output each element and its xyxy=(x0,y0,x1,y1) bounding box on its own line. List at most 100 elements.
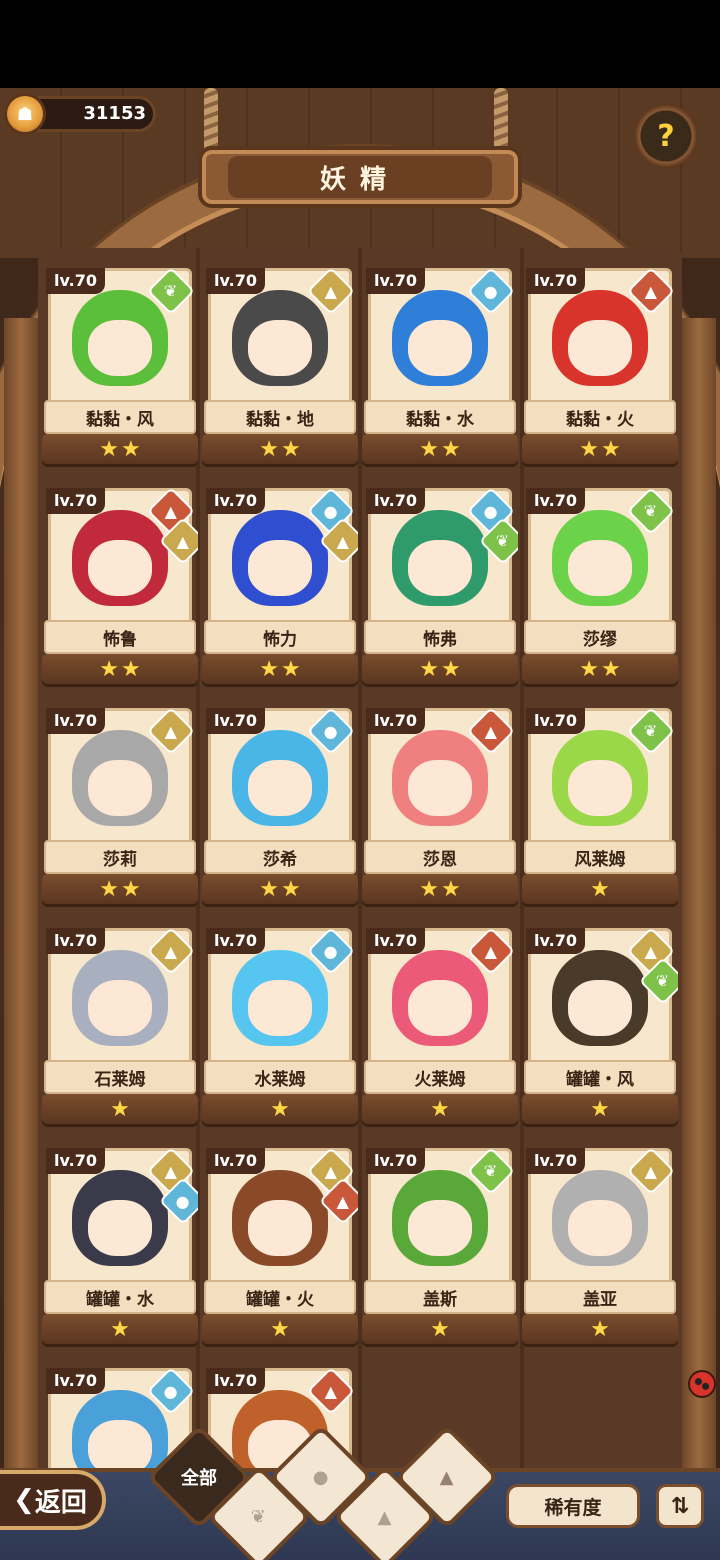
star-icon: ★ xyxy=(441,436,461,462)
grass-glyph: ❦ xyxy=(484,1161,498,1181)
fire-glyph: ▲ xyxy=(324,1381,338,1401)
level-badge: lv.70 xyxy=(206,928,265,954)
left-post xyxy=(4,318,38,1560)
star-icon: ★ xyxy=(110,1096,130,1122)
fairy-card[interactable]: lv.70 ▲ ▲ 怖鲁 ★ ★ xyxy=(42,488,198,688)
help-button[interactable]: ? xyxy=(634,104,698,168)
fairy-face xyxy=(568,980,632,1036)
earth-glyph: ▲ xyxy=(644,1161,658,1181)
level-badge: lv.70 xyxy=(46,1368,105,1394)
star-rating: ★ xyxy=(202,1316,358,1342)
back-button[interactable]: ❮ 返回 xyxy=(0,1470,106,1530)
star-icon: ★ xyxy=(601,656,621,682)
level-badge: lv.70 xyxy=(366,1148,425,1174)
fairy-face xyxy=(568,1200,632,1256)
fairy-face xyxy=(88,320,152,376)
star-icon: ★ xyxy=(281,656,301,682)
fairy-card[interactable]: lv.70 ▲ ● 罐罐・水 ★ xyxy=(42,1148,198,1348)
star-rating: ★ ★ xyxy=(42,876,198,902)
grass-glyph: ❦ xyxy=(496,531,510,551)
fairy-name: 罐罐・水 xyxy=(44,1280,196,1314)
star-icon: ★ xyxy=(419,876,439,902)
fairy-card[interactable]: lv.70 ❦ 莎缪 ★ ★ xyxy=(522,488,678,688)
fairy-name: 盖亚 xyxy=(524,1280,676,1314)
level-badge: lv.70 xyxy=(206,708,265,734)
rarity-sort-button[interactable]: 稀有度 xyxy=(506,1484,640,1528)
star-icon: ★ xyxy=(121,876,141,902)
fairy-card[interactable]: lv.70 ▲ 莎恩 ★ ★ xyxy=(362,708,518,908)
fairy-name: 黏黏・地 xyxy=(204,400,356,434)
fairy-name: 怖弗 xyxy=(364,620,516,654)
fairy-name: 火莱姆 xyxy=(364,1060,516,1094)
star-rating: ★ xyxy=(42,1096,198,1122)
fairy-card[interactable]: lv.70 ● ▲ 怖力 ★ ★ xyxy=(202,488,358,688)
water-filter-icon: ● xyxy=(313,1466,329,1488)
fairy-card[interactable]: lv.70 ▲ ▲ 罐罐・火 ★ xyxy=(202,1148,358,1348)
grass-filter-icon: ❦ xyxy=(251,1506,267,1528)
level-badge: lv.70 xyxy=(46,928,105,954)
fire-filter-icon: ▲ xyxy=(440,1466,454,1488)
level-badge: lv.70 xyxy=(46,488,105,514)
fairy-name: 罐罐・火 xyxy=(204,1280,356,1314)
star-rating: ★ xyxy=(522,1096,678,1122)
ladybug-icon xyxy=(688,1370,716,1398)
fairy-card[interactable]: lv.70 ❦ 盖斯 ★ xyxy=(362,1148,518,1348)
star-icon: ★ xyxy=(99,436,119,462)
page-title: 妖精 xyxy=(228,156,492,198)
level-badge: lv.70 xyxy=(526,488,585,514)
filter-all-label: 全部 xyxy=(181,1468,217,1489)
fairy-card[interactable]: lv.70 ❦ 风莱姆 ★ xyxy=(522,708,678,908)
coin-icon: ☗ xyxy=(4,93,46,135)
fairy-face xyxy=(88,1200,152,1256)
fairy-name: 怖鲁 xyxy=(44,620,196,654)
star-icon: ★ xyxy=(430,1096,450,1122)
fairy-name: 黏黏・风 xyxy=(44,400,196,434)
fairy-card[interactable]: lv.70 ▲ 盖亚 ★ xyxy=(522,1148,678,1348)
fairy-card[interactable]: lv.70 ▲ 火莱姆 ★ xyxy=(362,928,518,1128)
sort-order-button[interactable]: ⇅ xyxy=(656,1484,704,1528)
grass-glyph: ❦ xyxy=(644,721,658,741)
fairy-card[interactable]: lv.70 ● 黏黏・水 ★ ★ xyxy=(362,268,518,468)
star-icon: ★ xyxy=(99,876,119,902)
fairy-card[interactable]: lv.70 ▲ ❦ 罐罐・风 ★ xyxy=(522,928,678,1128)
fire-glyph: ▲ xyxy=(164,501,178,521)
fairy-card[interactable]: lv.70 ● ❦ 怖弗 ★ ★ xyxy=(362,488,518,688)
earth-glyph: ▲ xyxy=(164,721,178,741)
fairy-card[interactable]: lv.70 ▲ 石莱姆 ★ xyxy=(42,928,198,1128)
fairy-card[interactable]: lv.70 ▲ 莎莉 ★ ★ xyxy=(42,708,198,908)
currency-value: 31153 xyxy=(83,103,146,124)
fairy-card[interactable]: lv.70 ▲ 黏黏・火 ★ ★ xyxy=(522,268,678,468)
level-badge: lv.70 xyxy=(206,268,265,294)
star-icon: ★ xyxy=(590,1316,610,1342)
star-icon: ★ xyxy=(419,656,439,682)
level-badge: lv.70 xyxy=(526,928,585,954)
grass-glyph: ❦ xyxy=(644,501,658,521)
fire-glyph: ▲ xyxy=(484,941,498,961)
fairy-name: 怖力 xyxy=(204,620,356,654)
status-bar-area xyxy=(0,0,720,88)
earth-glyph: ▲ xyxy=(324,281,338,301)
earth-glyph: ▲ xyxy=(336,531,350,551)
star-icon: ★ xyxy=(430,1316,450,1342)
fairy-name: 盖斯 xyxy=(364,1280,516,1314)
fairy-card[interactable]: lv.70 ▲ 黏黏・地 ★ ★ xyxy=(202,268,358,468)
water-glyph: ● xyxy=(324,941,338,961)
fairy-face xyxy=(568,320,632,376)
fairy-card[interactable]: lv.70 ● 莎希 ★ ★ xyxy=(202,708,358,908)
back-label: 返回 xyxy=(34,1487,87,1518)
fairy-card[interactable]: lv.70 ● 水莱姆 ★ xyxy=(202,928,358,1128)
star-icon: ★ xyxy=(281,436,301,462)
star-rating: ★ ★ xyxy=(522,436,678,462)
fairy-name: 莎缪 xyxy=(524,620,676,654)
earth-glyph: ▲ xyxy=(164,1161,178,1181)
fairy-face xyxy=(248,980,312,1036)
fairy-name: 石莱姆 xyxy=(44,1060,196,1094)
earth-filter-icon: ▲ xyxy=(378,1506,392,1528)
star-icon: ★ xyxy=(110,1316,130,1342)
level-badge: lv.70 xyxy=(206,1368,265,1394)
fairy-face xyxy=(248,540,312,596)
earth-glyph: ▲ xyxy=(176,531,190,551)
level-badge: lv.70 xyxy=(526,268,585,294)
star-rating: ★ xyxy=(522,1316,678,1342)
fairy-card[interactable]: lv.70 ❦ 黏黏・风 ★ ★ xyxy=(42,268,198,468)
